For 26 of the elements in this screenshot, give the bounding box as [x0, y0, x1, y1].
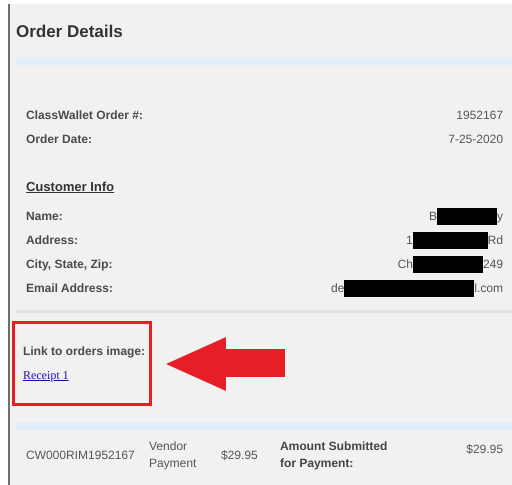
- arrow-icon: [166, 336, 286, 390]
- field-value: Ch: [398, 257, 413, 271]
- page-title: Order Details: [16, 21, 124, 43]
- field-label: Email Address:: [26, 281, 113, 295]
- receipt-link[interactable]: Receipt 1: [23, 368, 69, 382]
- field-label: Link to orders image:: [23, 344, 146, 358]
- field-value: B: [428, 209, 437, 223]
- field-value: 1: [406, 233, 413, 247]
- field-label: Order Date:: [26, 132, 92, 146]
- field-label: ClassWallet Order #:: [26, 108, 143, 122]
- field-value: y: [497, 209, 503, 223]
- section-heading: Customer Info: [26, 179, 114, 194]
- field-value: 1952167: [456, 108, 503, 122]
- payment-type: Vendor Payment: [149, 438, 198, 472]
- order-id: CW000RIM1952167: [26, 448, 136, 462]
- field-label: Address:: [26, 233, 78, 247]
- field-label: City, State, Zip:: [26, 257, 112, 271]
- field-value: 7-25-2020: [448, 132, 503, 146]
- summary-label: Amount Submitted for Payment:: [279, 438, 388, 472]
- field-value: 249: [482, 257, 503, 271]
- payment-amount: $29.95: [221, 448, 259, 462]
- summary-value: $29.95: [466, 441, 503, 456]
- field-value: de: [330, 281, 344, 295]
- field-value: Rd: [488, 233, 503, 247]
- field-value: l.com: [474, 281, 503, 295]
- field-label: Name:: [26, 209, 63, 223]
